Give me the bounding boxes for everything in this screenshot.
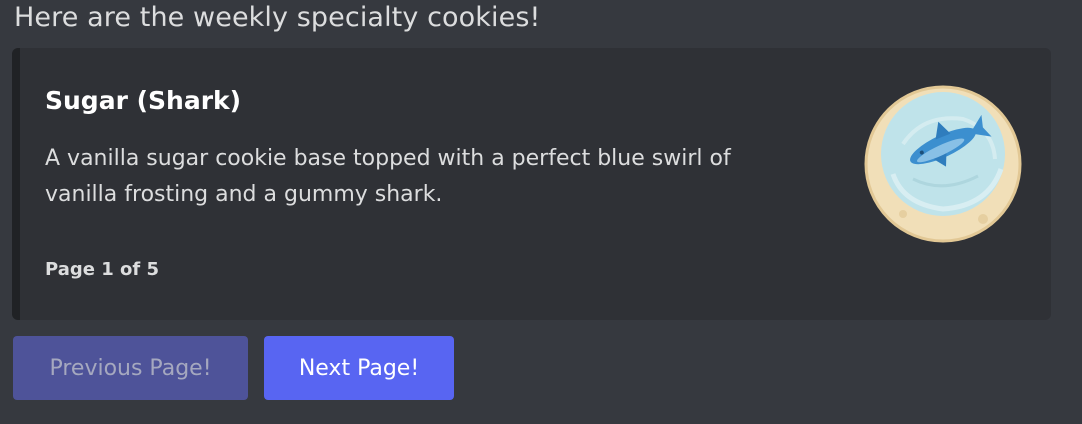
message-text: Here are the weekly specialty cookies!: [14, 2, 541, 33]
cookie-embed: Sugar (Shark) A vanilla sugar cookie bas…: [12, 48, 1051, 320]
embed-description: A vanilla sugar cookie base topped with …: [45, 146, 731, 207]
next-page-button[interactable]: Next Page!: [264, 336, 454, 400]
previous-page-button[interactable]: Previous Page!: [13, 336, 248, 400]
embed-title: Sugar (Shark): [45, 86, 242, 115]
cookie-thumbnail: [864, 85, 1022, 243]
embed-footer: Page 1 of 5: [45, 259, 159, 280]
